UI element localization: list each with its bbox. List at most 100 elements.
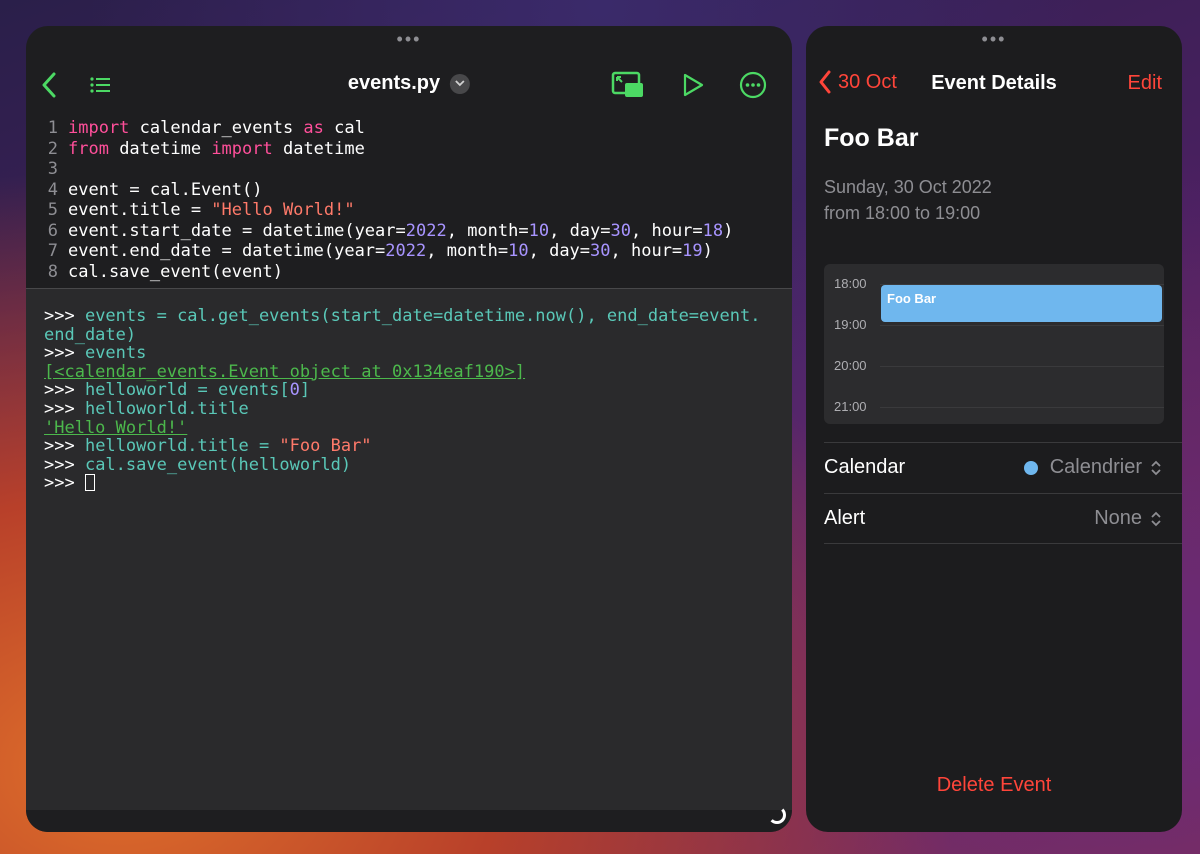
calendar-row[interactable]: Calendar Calendrier [824, 442, 1182, 492]
day-timeline[interactable]: 18:00 19:00 20:00 21:00 Foo Bar [824, 264, 1164, 424]
calendar-color-dot [1023, 460, 1038, 475]
code-token: 19 [682, 241, 703, 261]
code-token: cal [323, 118, 365, 138]
code-token: , hour= [631, 220, 703, 241]
more-options-icon[interactable] [738, 70, 768, 100]
code-token: , hour= [610, 241, 683, 261]
chevron-left-icon [819, 70, 831, 94]
calendar-name: Calendrier [1049, 456, 1142, 478]
console-token: events [84, 343, 147, 364]
timeline-hour-line [880, 325, 1164, 326]
list-icon[interactable] [86, 70, 116, 100]
console-line: >>> helloworld.title [44, 400, 782, 419]
code-line[interactable]: 7 event.end_date = datetime(year=2022, mo… [26, 241, 792, 262]
chevron-down-icon [450, 73, 471, 94]
alert-row[interactable]: Alert None [824, 493, 1182, 543]
picture-in-picture-icon[interactable] [610, 70, 646, 100]
python-console[interactable]: >>> events = cal.get_events(start_date=d… [44, 307, 782, 493]
calendar-nav-bar: 30 Oct Event Details Edit [806, 70, 1182, 98]
code-token: 30 [590, 241, 611, 261]
file-name: events.py [347, 72, 441, 94]
line-number: 8 [47, 261, 58, 282]
timeline-hour-label: 21:00 [834, 399, 867, 414]
editor-toolbar: events.py [26, 56, 792, 112]
alert-row-value[interactable]: None [1094, 507, 1162, 530]
timeline-hour-label: 19:00 [834, 317, 867, 332]
code-line[interactable]: 2 from datetime import datetime [26, 139, 792, 160]
code-token: event.title = [68, 200, 212, 220]
code-editor[interactable]: 1 import calendar_events as cal 2 from date… [26, 118, 792, 288]
code-line[interactable]: 8 cal.save_event(event) [26, 262, 792, 283]
console-token: >>> [44, 343, 85, 364]
code-text: event.start_date = datetime(year=2022, m… [68, 221, 733, 242]
code-token: , day= [528, 241, 591, 261]
event-title: Foo Bar [824, 124, 919, 152]
line-number: 4 [47, 179, 58, 200]
code-text: import calendar_events as cal [68, 118, 365, 139]
code-text: from datetime import datetime [68, 139, 365, 160]
code-token: 10 [508, 241, 529, 261]
event-date-line: Sunday, 30 Oct 2022 [824, 177, 992, 197]
code-text: event.end_date = datetime(year=2022, mon… [68, 241, 713, 262]
code-token: import [68, 118, 130, 138]
console-token: >>> [44, 306, 85, 326]
code-token: , month= [426, 241, 509, 261]
code-token: 30 [610, 220, 631, 241]
nav-title: Event Details [931, 72, 1057, 94]
console-line: >>> helloworld = events[0] [44, 381, 782, 400]
line-number: 3 [47, 159, 58, 179]
code-line[interactable]: 1 import calendar_events as cal [26, 118, 792, 139]
resize-corner-icon[interactable] [768, 806, 786, 824]
calendar-window: ••• 30 Oct Event Details Edit Foo Bar Su… [806, 26, 1182, 832]
window-grabber-icon[interactable]: ••• [982, 30, 1007, 48]
code-token: cal.save_event(event) [68, 261, 283, 282]
code-token: "Hello World!" [211, 200, 355, 220]
console-token: helloworld.title [84, 398, 249, 419]
calendar-row-value[interactable]: Calendrier [1023, 456, 1162, 479]
timeline-hour-line [880, 407, 1164, 408]
code-token: 10 [528, 220, 550, 241]
text-cursor[interactable] [84, 474, 95, 492]
console-line: end_date) [44, 324, 782, 345]
code-token: 2022 [405, 220, 447, 241]
console-token: >>> [44, 473, 85, 494]
edit-button[interactable]: Edit [1128, 72, 1162, 95]
console-line: >>> [44, 474, 782, 493]
code-line[interactable]: 3 [26, 159, 792, 180]
console-token: "Foo Bar" [279, 436, 372, 457]
code-line[interactable]: 6 event.start_date = datetime(year=2022, … [26, 221, 792, 242]
code-token: as [303, 118, 324, 138]
console-line: 'Hello World!' [44, 417, 782, 438]
console-token: 'Hello World!' [44, 417, 188, 438]
console-token: 0 [289, 380, 300, 401]
console-token: cal.save_event(helloworld) [84, 454, 352, 475]
timeline-hour-line [880, 366, 1164, 367]
alert-value: None [1094, 507, 1142, 529]
back-label: 30 Oct [838, 70, 897, 93]
window-grabber-icon[interactable]: ••• [397, 30, 422, 48]
delete-event-button[interactable]: Delete Event [806, 774, 1182, 797]
console-token: end_date) [44, 324, 137, 345]
line-number: 6 [47, 220, 58, 241]
console-line: >>> cal.save_event(helloworld) [44, 454, 782, 475]
code-text: cal.save_event(event) [68, 262, 283, 283]
back-button[interactable]: 30 Oct [818, 70, 897, 94]
timeline-event-block[interactable]: Foo Bar [881, 285, 1162, 322]
back-chevron-icon[interactable] [34, 70, 64, 100]
file-title[interactable]: events.py [347, 72, 471, 95]
code-token: from [68, 138, 109, 159]
run-play-icon[interactable] [678, 70, 708, 100]
code-line[interactable]: 4 event = cal.Event() [26, 180, 792, 201]
line-number: 5 [47, 200, 58, 220]
updown-chevron-icon [1151, 460, 1161, 475]
code-token: event = cal.Event() [68, 179, 263, 200]
code-token: event.end_date = datetime(year= [68, 241, 386, 261]
code-token: ) [723, 220, 734, 241]
code-token: ) [702, 241, 713, 261]
line-number: 7 [47, 241, 58, 261]
console-token: helloworld = events[ [84, 380, 290, 401]
event-date: Sunday, 30 Oct 2022 from 18:00 to 19:00 [824, 174, 992, 226]
code-line[interactable]: 5 event.title = "Hello World!" [26, 200, 792, 221]
console-token: events = cal.get_events(start_date=datet… [84, 306, 761, 326]
line-number: 1 [47, 118, 58, 138]
